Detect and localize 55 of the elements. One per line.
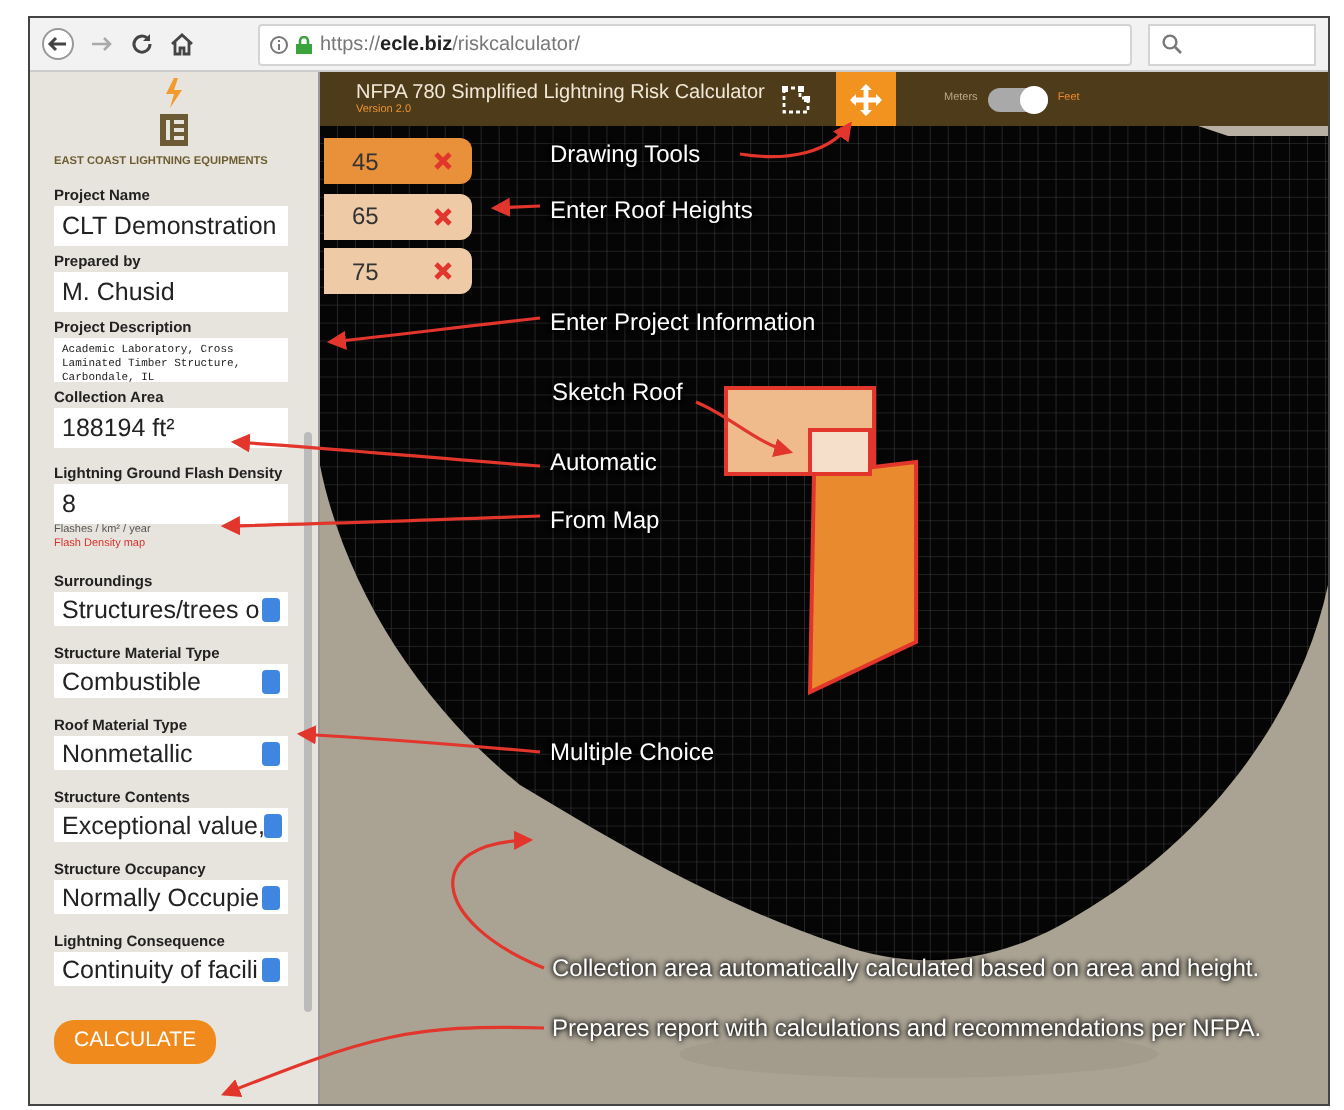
remove-icon[interactable] [434,207,452,225]
search-field[interactable] [1148,23,1316,65]
input-field[interactable]: 8 [54,484,288,525]
height-row[interactable]: 75 [324,248,472,294]
annotation-text: Prepares report with calculations and recommendations per NFPA. [552,1014,1262,1042]
input-field[interactable]: 188194 ft² [54,408,288,449]
annotation-text: From Map [550,506,660,534]
annotation-text: Enter Project Information [550,308,816,336]
annotation-text: Automatic [550,448,657,476]
dropdown[interactable]: Nonmetallic [54,736,288,771]
polygon-tool-icon [780,83,812,115]
app-title: NFPA 780 Simplified Lightning Risk Calculator [356,81,766,103]
logo-icon [154,78,194,146]
roof-shape[interactable] [807,459,918,696]
search-icon [1162,34,1182,54]
stepper-icon [262,669,280,694]
stepper-icon [262,885,280,910]
reload-button[interactable] [130,32,154,56]
url-text: https://ecle.biz/riskcalculator/ [320,31,581,59]
lock-icon [296,35,312,53]
unit-toggle[interactable] [987,87,1048,111]
home-button[interactable] [170,32,194,56]
height-value: 45 [352,145,379,179]
pointer-arrow [695,400,794,457]
dropdown[interactable]: Structures/trees o [54,592,288,627]
dropdown[interactable]: Continuity of facili [54,952,288,987]
input-field[interactable]: CLT Demonstration [54,206,288,247]
stepper-icon [262,597,280,622]
dropdown[interactable]: Normally Occupie [54,880,288,915]
height-value: 75 [352,255,379,289]
input-field[interactable]: M. Chusid [54,272,288,313]
back-button[interactable] [42,28,74,60]
stepper-icon [262,741,280,766]
annotation-text: Collection area automatically calculated based on area and height. [552,954,1260,982]
pointer-arrow [490,197,541,217]
stepper-icon [262,957,280,982]
dropdown[interactable]: Combustible [54,664,288,699]
height-row[interactable]: 65 [324,193,472,239]
pointer-arrow [451,831,545,970]
info-icon [270,35,288,53]
move-icon [850,83,882,115]
stepper-icon [264,813,283,838]
address-bar[interactable]: https://ecle.biz/riskcalculator/ [258,23,1132,65]
forward-button[interactable] [90,32,114,56]
height-row[interactable]: 45 [324,138,472,184]
height-value: 65 [352,200,379,234]
annotation-text: Sketch Roof [552,378,683,406]
dropdown[interactable]: Exceptional value, [54,808,288,843]
remove-icon[interactable] [434,262,452,280]
annotation-text: Multiple Choice [550,738,715,766]
scrollbar[interactable] [304,432,312,1012]
annotation-text: Enter Roof Heights [550,196,753,224]
pointer-arrow [739,121,852,159]
remove-icon[interactable] [434,152,452,170]
annotation-text: Drawing Tools [550,140,701,168]
